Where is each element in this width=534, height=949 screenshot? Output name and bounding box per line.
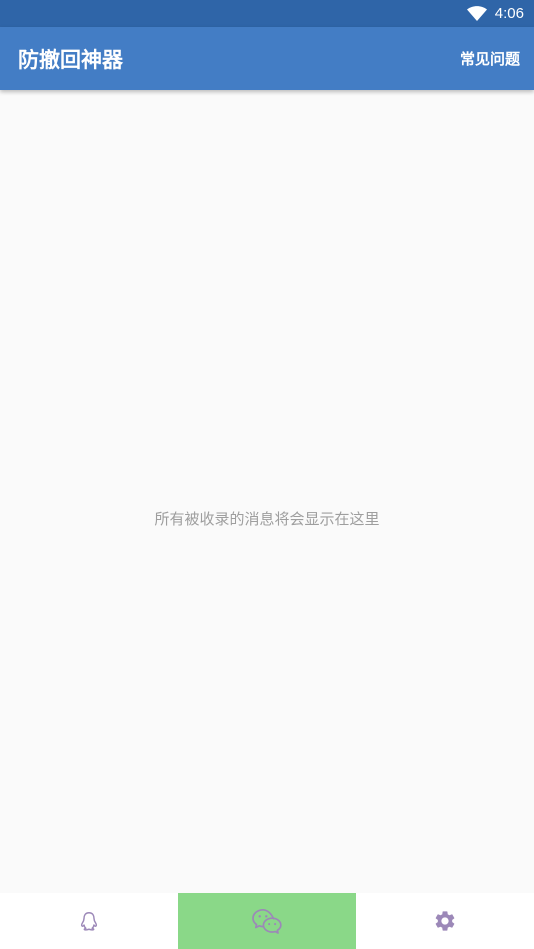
app-title: 防撤回神器 [18,47,123,72]
wechat-icon [251,907,283,935]
empty-state-message: 所有被收录的消息将会显示在这里 [154,510,380,528]
message-list-area: 所有被收录的消息将会显示在这里 [0,90,534,893]
status-time: 4:06 [494,5,524,22]
gear-icon [433,909,457,933]
wifi-icon [466,5,487,22]
qq-penguin-icon [78,910,100,932]
tab-wechat[interactable] [178,893,356,949]
status-bar: 4:06 [0,0,534,27]
bottom-nav [0,893,534,949]
faq-button[interactable]: 常见问题 [460,48,520,69]
tab-qq[interactable] [0,893,178,949]
app-bar: 防撤回神器 常见问题 [0,27,534,90]
tab-settings[interactable] [356,893,534,949]
